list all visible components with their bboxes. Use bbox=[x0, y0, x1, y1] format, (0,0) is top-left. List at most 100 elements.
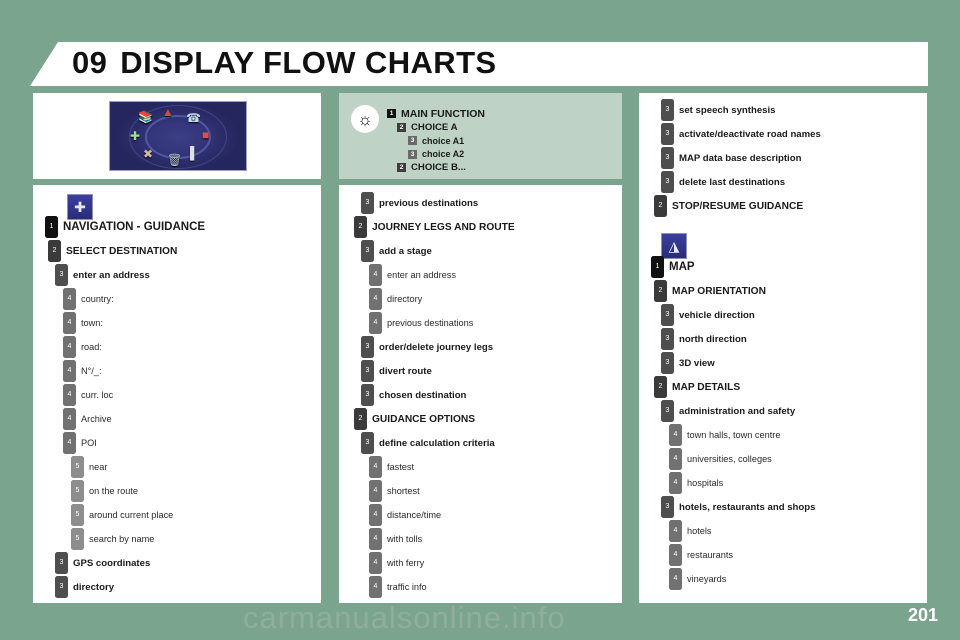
flow-level-badge: 4 bbox=[369, 480, 382, 502]
flow-row-label: chosen destination bbox=[379, 389, 467, 401]
flow-row-label: Archive bbox=[81, 414, 112, 424]
flow-level-badge: 4 bbox=[669, 424, 682, 446]
flow-row: 4 hospitals bbox=[639, 471, 927, 495]
flow-row: 3 delete last destinations bbox=[639, 170, 927, 194]
legend-row-label: choice A2 bbox=[422, 149, 465, 160]
flow-level-badge: 4 bbox=[63, 312, 76, 334]
flow-row-label: define calculation criteria bbox=[379, 437, 495, 449]
legend-row: 2 CHOICE A bbox=[387, 121, 485, 135]
legend-level-badge: 3 bbox=[408, 136, 417, 146]
flow-row-label: NAVIGATION - GUIDANCE bbox=[63, 221, 206, 233]
flow-row: 3 MAP data base description bbox=[639, 146, 927, 170]
flow-row: 3 directory bbox=[33, 575, 321, 599]
flow-row-label: MAP DETAILS bbox=[672, 381, 741, 393]
flow-level-badge: 4 bbox=[369, 504, 382, 526]
flow-level-badge: 4 bbox=[63, 408, 76, 430]
flow-row-label: search by name bbox=[89, 534, 155, 544]
flow-row-label: hotels bbox=[687, 526, 712, 536]
flow-row: 4 town halls, town centre bbox=[639, 423, 927, 447]
chapter-number: 09 bbox=[72, 45, 108, 80]
navigation-guidance-flow-list: 1 NAVIGATION - GUIDANCE 2 SELECT DESTINATIO… bbox=[33, 215, 321, 599]
flow-level-badge: 3 bbox=[661, 171, 674, 193]
flow-row: 3 3D view bbox=[639, 351, 927, 375]
journey-guidance-flow-panel: 3 previous destinations 2 JOURNEY LEGS AND … bbox=[339, 185, 622, 603]
flow-row: 4 distance/time bbox=[339, 503, 622, 527]
radio-icon: ■ bbox=[202, 128, 210, 142]
carousel-menu-screenshot: 📚 ▲ ☎ ■ ▌ 🗑 ✖ ✚ bbox=[109, 101, 247, 171]
flow-row: 4 with tolls bbox=[339, 527, 622, 551]
flow-row-label: fastest bbox=[387, 462, 415, 472]
illustration-panel: 📚 ▲ ☎ ■ ▌ 🗑 ✖ ✚ bbox=[33, 93, 321, 179]
flow-row-label: universities, colleges bbox=[687, 454, 772, 464]
flow-row-label: MAP data base description bbox=[679, 152, 802, 164]
navigation-icon: ✚ bbox=[130, 129, 141, 143]
flow-level-badge: 4 bbox=[669, 472, 682, 494]
flow-row: 5 on the route bbox=[33, 479, 321, 503]
flow-row: 3 enter an address bbox=[33, 263, 321, 287]
flow-row-label: town: bbox=[81, 318, 103, 328]
flow-row: 3 administration and safety bbox=[639, 399, 927, 423]
flow-row: 4 universities, colleges bbox=[639, 447, 927, 471]
flow-level-badge: 4 bbox=[369, 528, 382, 550]
flow-row-label: POI bbox=[81, 438, 97, 448]
flow-level-badge: 4 bbox=[63, 360, 76, 382]
site-watermark: carmanualsonline.info bbox=[243, 600, 566, 635]
lightbulb-icon: ☼ bbox=[351, 105, 379, 133]
flow-row: 4 road: bbox=[33, 335, 321, 359]
flow-row-label: near bbox=[89, 462, 108, 472]
flow-row: 4 shortest bbox=[339, 479, 622, 503]
legend-rows: 1 MAIN FUNCTION 2 CHOICE A 3 choice A1 3 choice… bbox=[387, 107, 485, 175]
flow-row: 4 town: bbox=[33, 311, 321, 335]
flow-level-badge: 3 bbox=[361, 360, 374, 382]
flow-level-badge: 2 bbox=[48, 240, 61, 262]
flow-row: 2 GUIDANCE OPTIONS bbox=[339, 407, 622, 431]
flow-row: 4 Archive bbox=[33, 407, 321, 431]
flow-row: 3 add a stage bbox=[339, 239, 622, 263]
legend-panel: ☼ 1 MAIN FUNCTION 2 CHOICE A 3 choice A1 3 choi… bbox=[339, 93, 622, 179]
flow-row-label: distance/time bbox=[387, 510, 442, 520]
journey-guidance-flow-list: 3 previous destinations 2 JOURNEY LEGS AND … bbox=[339, 191, 622, 599]
page-header: 09 DISPLAY FLOW CHARTS bbox=[30, 42, 928, 86]
flow-row: 3 set speech synthesis bbox=[639, 98, 927, 122]
flow-level-badge: 5 bbox=[71, 504, 84, 526]
flow-level-badge: 3 bbox=[55, 552, 68, 574]
flow-level-badge: 4 bbox=[63, 336, 76, 358]
flow-row-label: delete last destinations bbox=[679, 176, 786, 188]
books-icon: 📚 bbox=[138, 110, 153, 124]
legend-level-badge: 1 bbox=[387, 109, 396, 119]
flow-row: 3 chosen destination bbox=[339, 383, 622, 407]
flow-level-badge: 5 bbox=[71, 528, 84, 550]
flow-level-badge: 4 bbox=[669, 544, 682, 566]
flow-row-label: GUIDANCE OPTIONS bbox=[372, 413, 476, 425]
legend-level-badge: 2 bbox=[397, 122, 406, 132]
flow-row: 3 north direction bbox=[639, 327, 927, 351]
flow-level-badge: 4 bbox=[63, 384, 76, 406]
flow-row: 4 hotels bbox=[639, 519, 927, 543]
flow-row: 1 MAP bbox=[639, 255, 927, 279]
flow-row: 3 GPS coordinates bbox=[33, 551, 321, 575]
telephone-icon: ☎ bbox=[186, 111, 201, 125]
flow-row: 4 restaurants bbox=[639, 543, 927, 567]
flow-row-label: restaurants bbox=[687, 550, 733, 560]
flow-row-label: hospitals bbox=[687, 478, 724, 488]
flow-row-label: MAP ORIENTATION bbox=[672, 285, 766, 297]
flow-row-label: directory bbox=[73, 581, 115, 593]
flow-row-label: on the route bbox=[89, 486, 139, 496]
flow-row: 2 JOURNEY LEGS AND ROUTE bbox=[339, 215, 622, 239]
flow-row: 3 hotels, restaurants and shops bbox=[639, 495, 927, 519]
flow-row: 3 order/delete journey legs bbox=[339, 335, 622, 359]
trash-icon: 🗑 bbox=[167, 153, 183, 167]
flow-row: 5 around current place bbox=[33, 503, 321, 527]
flow-row-label: road: bbox=[81, 342, 102, 352]
map-flow-panel: 3 set speech synthesis 3 activate/deactivat… bbox=[639, 93, 927, 603]
flow-row: 5 near bbox=[33, 455, 321, 479]
flow-level-badge: 2 bbox=[654, 376, 667, 398]
flow-row: 3 vehicle direction bbox=[639, 303, 927, 327]
flow-row-label: SELECT DESTINATION bbox=[66, 245, 178, 257]
flow-level-badge: 3 bbox=[361, 336, 374, 358]
flow-row: 4 curr. loc bbox=[33, 383, 321, 407]
flow-row-label: administration and safety bbox=[679, 405, 796, 417]
flow-level-badge: 2 bbox=[354, 216, 367, 238]
flow-row-label: previous destinations bbox=[379, 197, 479, 209]
flow-level-badge: 5 bbox=[71, 480, 84, 502]
